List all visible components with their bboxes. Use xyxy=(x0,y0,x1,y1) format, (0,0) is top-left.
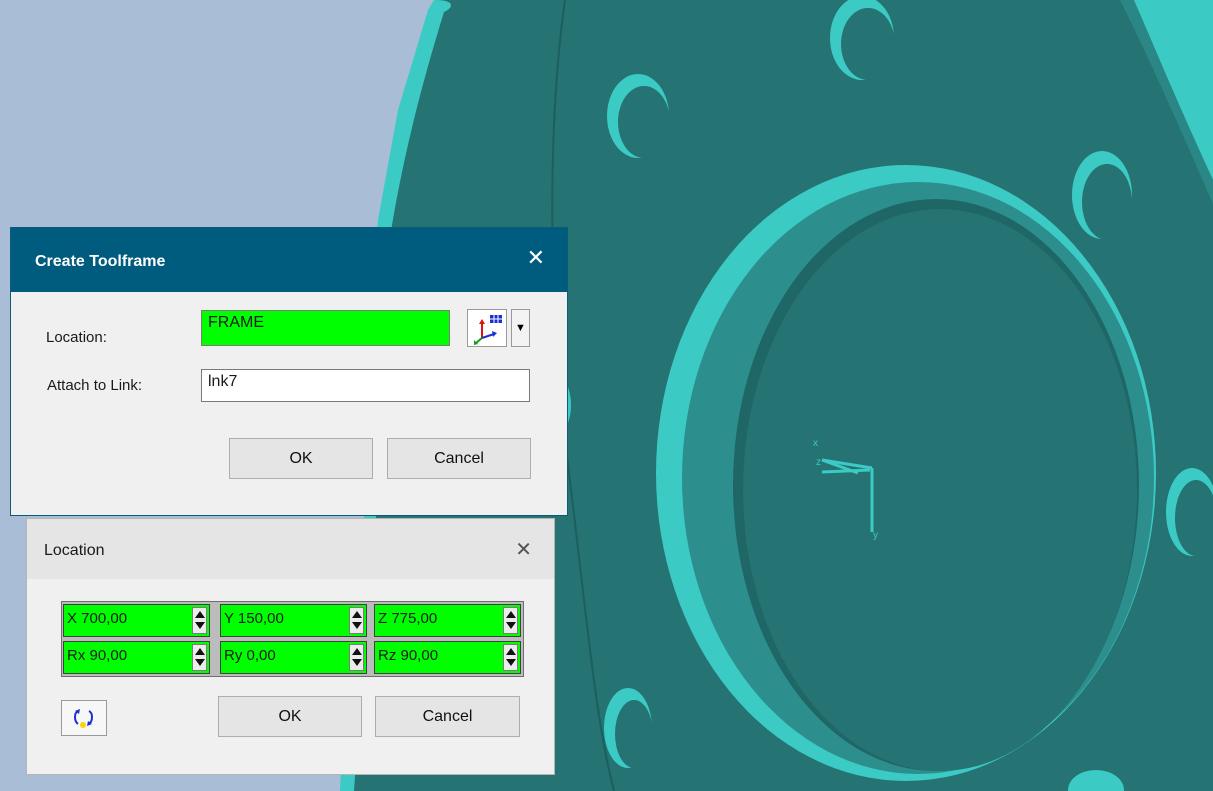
triad-x-label: x xyxy=(813,438,818,449)
cancel-button[interactable]: Cancel xyxy=(387,438,531,479)
create-toolframe-title: Create Toolframe xyxy=(35,253,166,270)
x-field-text: X 700,00 xyxy=(67,610,128,627)
create-toolframe-close-icon[interactable]: ✕ xyxy=(527,246,545,270)
frame-picker-icon xyxy=(474,315,502,345)
triad-z-label: z xyxy=(816,457,821,468)
attach-to-link-label: Attach to Link: xyxy=(47,377,143,394)
location-ok-button[interactable]: OK xyxy=(218,696,362,737)
rotate-icon xyxy=(74,709,93,728)
z-spinner[interactable] xyxy=(503,607,518,634)
rx-spinner[interactable] xyxy=(192,644,207,671)
rx-field[interactable]: Rx 90,00 xyxy=(63,641,210,674)
ry-field[interactable]: Ry 0,00 xyxy=(220,641,367,674)
location-dialog-titlebar[interactable]: Location ✕ xyxy=(27,519,554,579)
create-toolframe-titlebar[interactable]: Create Toolframe ✕ xyxy=(11,228,567,292)
z-field-text: Z 775,00 xyxy=(378,610,438,627)
y-field[interactable]: Y 150,00 xyxy=(220,604,367,637)
flip-orientation-button[interactable] xyxy=(61,700,107,736)
y-spinner[interactable] xyxy=(349,607,364,634)
attach-to-link-input[interactable]: lnk7 xyxy=(201,369,530,402)
location-dialog-title: Location xyxy=(44,542,105,559)
y-field-text: Y 150,00 xyxy=(224,610,284,627)
location-cancel-button[interactable]: Cancel xyxy=(375,696,520,737)
location-dialog: Location ✕ X 700,00 Y 150,00 Z 775,00 Rx… xyxy=(26,518,555,775)
location-values-grid: X 700,00 Y 150,00 Z 775,00 Rx 90,00 Ry 0… xyxy=(61,601,524,677)
location-dialog-close-icon[interactable]: ✕ xyxy=(515,537,532,562)
x-field[interactable]: X 700,00 xyxy=(63,604,210,637)
location-field[interactable]: FRAME xyxy=(201,310,450,346)
triad-y-label: y xyxy=(873,530,878,541)
rz-field-text: Rz 90,00 xyxy=(378,647,439,664)
ok-button[interactable]: OK xyxy=(229,438,373,479)
frame-picker-dropdown-button[interactable]: ▼ xyxy=(511,309,530,347)
create-toolframe-dialog: Create Toolframe ✕ Location: FRAME ▼ Att… xyxy=(10,227,568,516)
rx-field-text: Rx 90,00 xyxy=(67,647,128,664)
z-field[interactable]: Z 775,00 xyxy=(374,604,521,637)
chevron-down-icon: ▼ xyxy=(515,322,526,334)
rz-field[interactable]: Rz 90,00 xyxy=(374,641,521,674)
x-spinner[interactable] xyxy=(192,607,207,634)
ry-spinner[interactable] xyxy=(349,644,364,671)
location-label: Location: xyxy=(46,329,107,346)
rz-spinner[interactable] xyxy=(503,644,518,671)
frame-picker-button[interactable] xyxy=(467,309,507,347)
ry-field-text: Ry 0,00 xyxy=(224,647,276,664)
